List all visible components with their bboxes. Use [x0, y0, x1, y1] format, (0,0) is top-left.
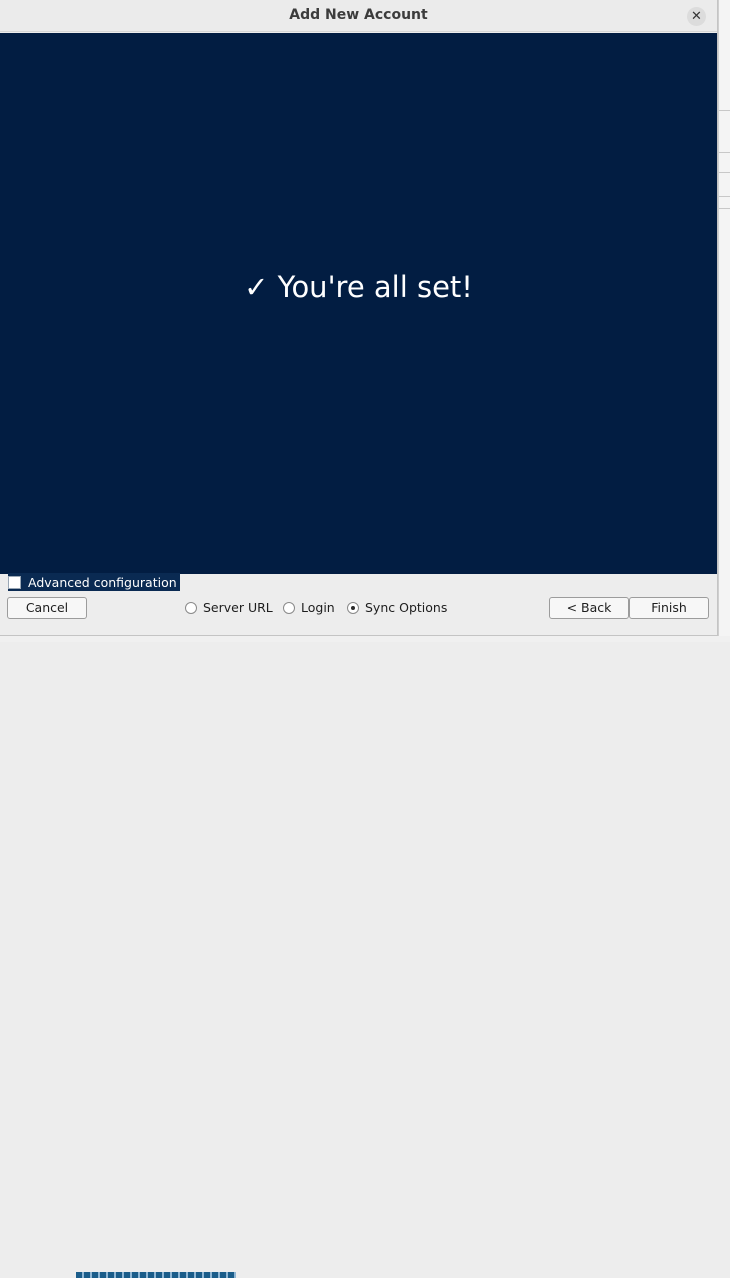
radio-icon[interactable] [283, 601, 295, 614]
advanced-configuration-checkbox[interactable]: Advanced configuration [8, 573, 180, 591]
step-label[interactable]: Server URL [203, 600, 273, 615]
background-window [718, 0, 730, 642]
checkbox-box[interactable] [8, 575, 21, 589]
title-bar: Add New Account ✕ [0, 0, 717, 32]
back-button[interactable]: < Back [549, 597, 629, 619]
add-account-dialog: Add New Account ✕ ✓ You're all set! Adva… [0, 0, 718, 636]
step-label[interactable]: Sync Options [365, 600, 447, 615]
radio-selected-icon[interactable] [347, 601, 359, 614]
step-login[interactable]: Login [283, 600, 335, 615]
advanced-configuration-label[interactable]: Advanced configuration [28, 575, 177, 590]
dialog-title: Add New Account [289, 7, 428, 23]
background-strip [76, 1272, 236, 1278]
content-panel: ✓ You're all set! Advanced configuration [0, 33, 717, 591]
close-icon[interactable]: ✕ [687, 7, 706, 26]
background-app-bottom [0, 636, 730, 1278]
step-label[interactable]: Login [301, 600, 335, 615]
step-server-url[interactable]: Server URL [185, 600, 273, 615]
step-sync-options[interactable]: Sync Options [347, 600, 447, 615]
finish-button[interactable]: Finish [629, 597, 709, 619]
completion-message: ✓ You're all set! [244, 270, 473, 304]
cancel-button[interactable]: Cancel [7, 597, 87, 619]
radio-icon[interactable] [185, 601, 197, 614]
